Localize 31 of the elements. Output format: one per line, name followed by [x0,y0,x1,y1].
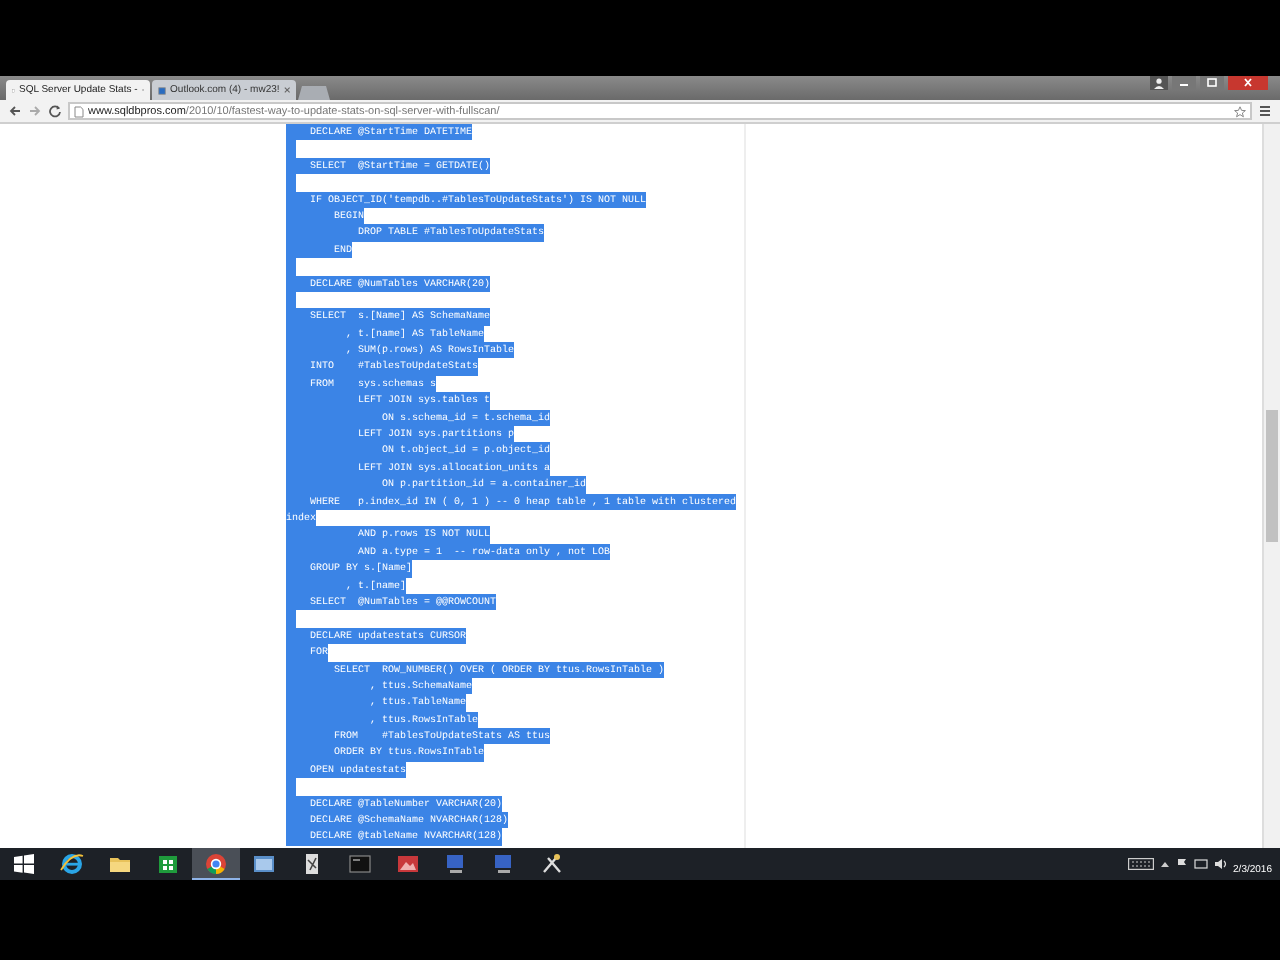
back-icon[interactable] [8,104,22,118]
windows-logo-icon[interactable] [12,852,36,876]
flag-icon[interactable] [1175,858,1188,870]
speaker-icon[interactable] [1213,858,1228,870]
scrollbar-thumb[interactable] [1266,410,1278,542]
folder-icon [108,852,132,876]
image-icon [396,852,420,876]
ie-icon [60,852,84,876]
reload-icon[interactable] [48,104,62,118]
tools-icon [540,852,564,876]
document-icon [300,852,324,876]
window-icon [252,852,276,876]
menu-icon[interactable] [1258,104,1272,118]
network-icon[interactable] [1193,858,1208,870]
monitor-icon [444,852,468,876]
close-icon[interactable] [283,86,290,94]
caret-icon[interactable] [1159,860,1170,868]
page-icon [74,105,84,117]
star-icon[interactable] [1234,105,1246,117]
taskbar-button[interactable] [192,848,240,880]
user-icon[interactable] [1150,76,1168,90]
monitor-icon [492,852,516,876]
chrome-icon [204,851,228,875]
page-icon [158,85,167,95]
scrollbar[interactable] [1262,124,1280,848]
close-button[interactable] [1228,76,1268,90]
keyboard-icon[interactable] [1127,858,1154,870]
terminal-icon [348,852,372,876]
minimize-button[interactable] [1172,76,1196,90]
restore-button[interactable] [1200,76,1224,90]
store-icon [156,852,180,876]
